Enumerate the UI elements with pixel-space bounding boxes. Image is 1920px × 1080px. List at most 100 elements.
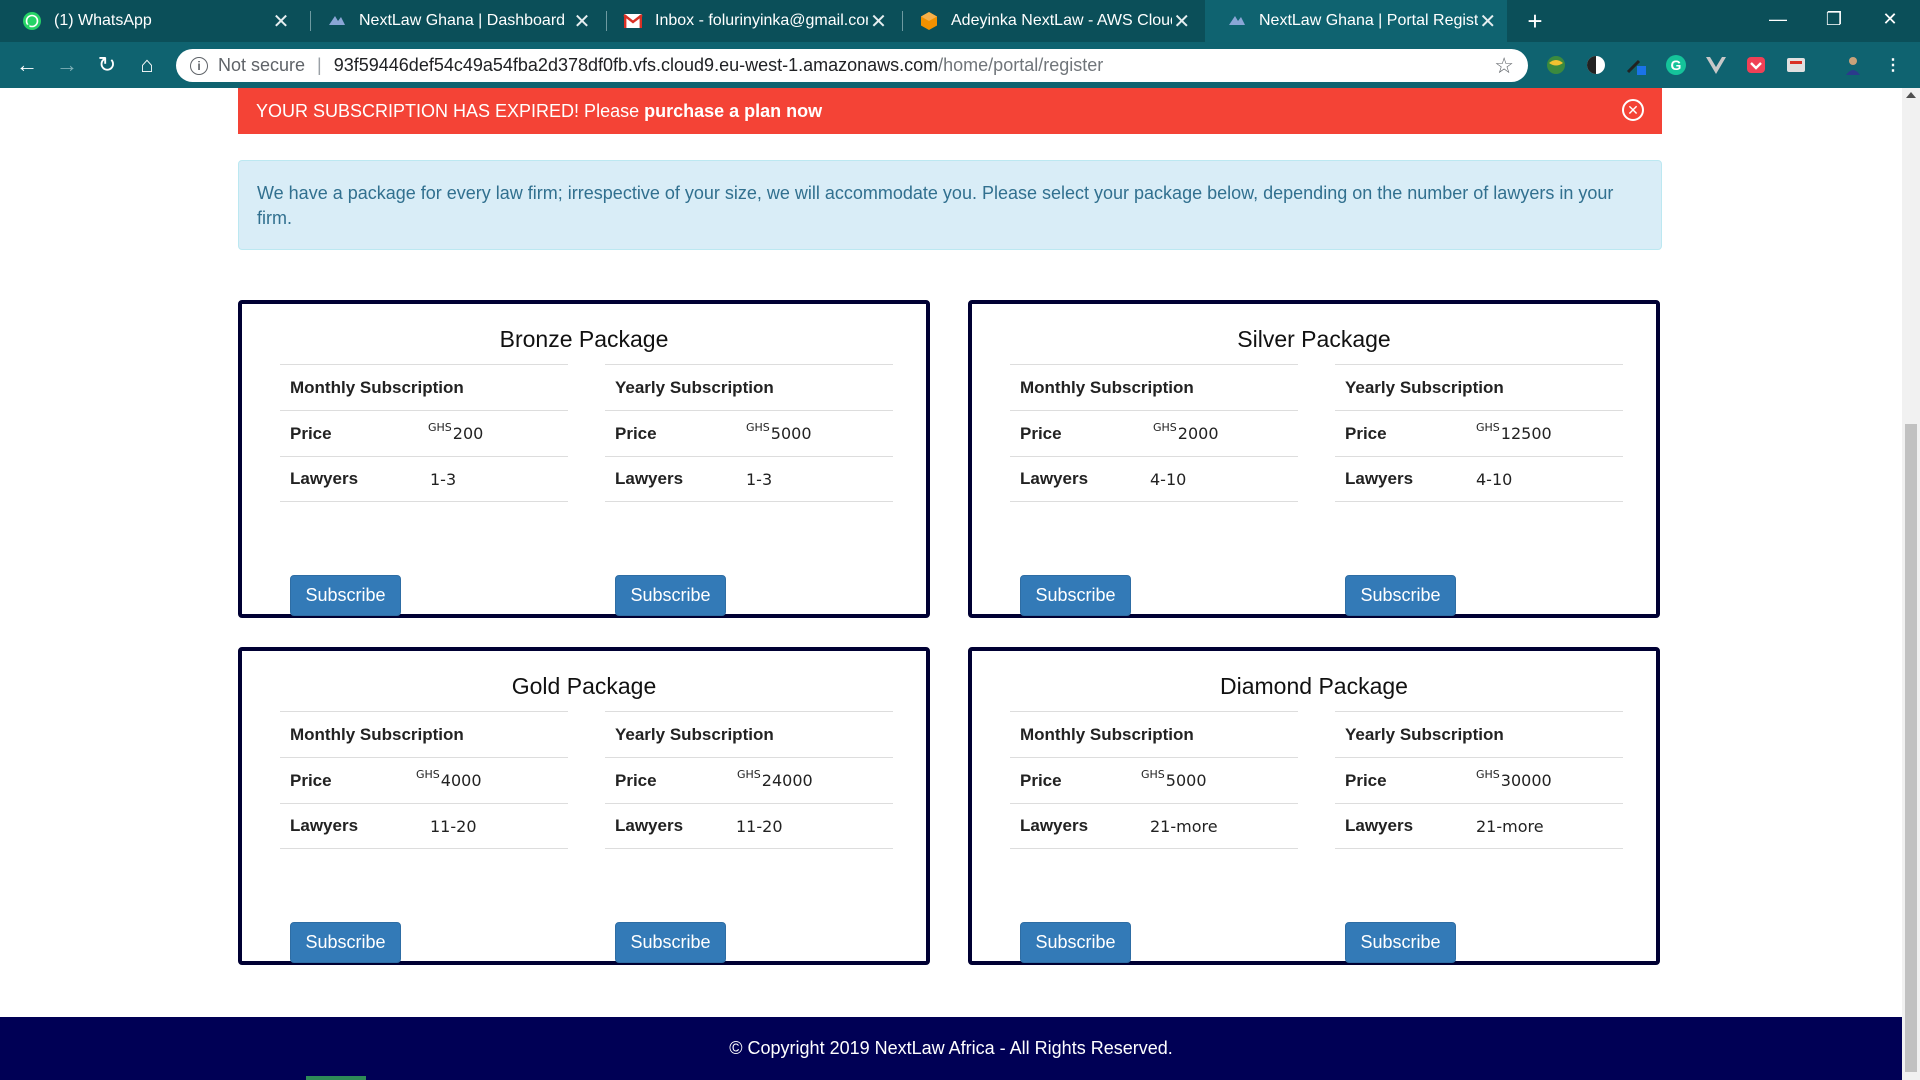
yearly-subscription-table: Yearly Subscription Price GHS12500 Lawyers 4… — [1335, 364, 1623, 616]
address-divider: | — [317, 55, 322, 75]
subscribe-yearly-button[interactable]: Subscribe — [1345, 922, 1456, 963]
price-label: Price — [290, 770, 332, 790]
page-viewport: YOUR SUBSCRIPTION HAS EXPIRED! Please pu… — [0, 88, 1920, 1080]
subscribe-yearly-button[interactable]: Subscribe — [615, 922, 726, 963]
subscription-header-row: Yearly Subscription — [605, 364, 893, 410]
lawyers-row: Lawyers 1-3 — [280, 456, 568, 502]
lawyers-label: Lawyers — [290, 816, 359, 835]
price-amount: 4000 — [440, 771, 482, 790]
lawyers-row: Lawyers 11-20 — [605, 803, 893, 849]
price-label: Price — [1345, 423, 1387, 443]
lawyers-range: 1-3 — [430, 469, 457, 489]
subscribe-monthly-button[interactable]: Subscribe — [1020, 575, 1131, 616]
price-row: Price GHS4000 — [280, 757, 568, 803]
extension-picker-icon[interactable] — [1623, 52, 1649, 78]
price-label: Price — [615, 423, 657, 443]
lawyers-label: Lawyers — [1020, 816, 1089, 835]
lawyers-label: Lawyers — [290, 469, 359, 488]
monthly-subscription-table: Monthly Subscription Price GHS200 Lawyers 1-… — [280, 364, 568, 616]
bookmark-star-icon[interactable]: ☆ — [1494, 53, 1514, 79]
price-label: Price — [1345, 770, 1387, 790]
currency-code: GHS — [1476, 421, 1500, 434]
lawyers-row: Lawyers 21-more — [1335, 803, 1623, 849]
package-info-alert: We have a package for every law firm; ir… — [238, 160, 1662, 250]
subscription-header-row: Yearly Subscription — [1335, 364, 1623, 410]
tab-close-icon[interactable]: ✕ — [571, 9, 593, 34]
tab-close-icon[interactable]: ✕ — [1172, 9, 1192, 34]
price-label: Price — [1020, 423, 1062, 443]
new-tab-plus-icon[interactable]: + — [1520, 6, 1550, 36]
yearly-subscription-table: Yearly Subscription Price GHS24000 Lawyers 1… — [605, 711, 893, 963]
address-bar[interactable]: i Not secure | 93f59446def54c49a54fba2d3… — [176, 49, 1528, 82]
lawyers-label: Lawyers — [1345, 469, 1414, 488]
monthly-label: Monthly Subscription — [1020, 377, 1194, 397]
subscription-expired-alert: YOUR SUBSCRIPTION HAS EXPIRED! Please pu… — [238, 88, 1662, 134]
tab-dashboard[interactable]: NextLaw Ghana | Dashboard ✕ — [305, 0, 603, 42]
tab-portal-registration[interactable]: NextLaw Ghana | Portal Registration ✕ — [1205, 0, 1507, 42]
menu-kebab-icon[interactable]: ⋮ — [1880, 52, 1906, 78]
lawyers-range: 4-10 — [1476, 469, 1513, 489]
price-value: GHS2000 — [1153, 421, 1219, 443]
scrollbar-thumb[interactable] — [1905, 424, 1917, 1072]
restore-icon[interactable]: ❐ — [1806, 0, 1862, 38]
minimize-icon[interactable]: — — [1750, 0, 1806, 38]
lawyers-range: 1-3 — [746, 469, 773, 489]
subscription-header-row: Monthly Subscription — [1010, 364, 1298, 410]
price-amount: 24000 — [761, 771, 813, 790]
yearly-subscription-table: Yearly Subscription Price GHS30000 Lawyers 2… — [1335, 711, 1623, 963]
tab-close-icon[interactable]: ✕ — [270, 9, 292, 34]
price-value: GHS4000 — [416, 768, 482, 790]
tab-close-icon[interactable]: ✕ — [1478, 9, 1497, 34]
subscribe-monthly-button[interactable]: Subscribe — [1020, 922, 1131, 963]
svg-text:G: G — [1671, 57, 1682, 73]
forward-arrow-icon[interactable]: → — [52, 50, 82, 80]
reload-icon[interactable]: ↻ — [92, 50, 122, 80]
extension-globe-icon[interactable] — [1543, 52, 1569, 78]
close-window-icon[interactable]: ✕ — [1862, 0, 1918, 38]
extension-pocket-icon[interactable] — [1743, 52, 1769, 78]
currency-code: GHS — [428, 421, 452, 434]
subscription-header-row: Yearly Subscription — [605, 711, 893, 757]
subscription-header-row: Yearly Subscription — [1335, 711, 1623, 757]
lawyers-row: Lawyers 21-more — [1010, 803, 1298, 849]
monthly-label: Monthly Subscription — [290, 377, 464, 397]
price-amount: 30000 — [1500, 771, 1552, 790]
subscription-header-row: Monthly Subscription — [280, 711, 568, 757]
extension-cast-icon[interactable] — [1783, 52, 1809, 78]
page-scrollbar[interactable] — [1902, 88, 1920, 1080]
nextlaw-icon — [1227, 11, 1247, 31]
price-label: Price — [290, 423, 332, 443]
price-amount: 200 — [452, 424, 484, 443]
monthly-subscription-table: Monthly Subscription Price GHS2000 Lawyers 4… — [1010, 364, 1298, 616]
subscribe-yearly-button[interactable]: Subscribe — [615, 575, 726, 616]
tab-inbox[interactable]: Inbox - folurinyinka@gmail.com ✕ — [601, 0, 899, 42]
currency-code: GHS — [1153, 421, 1177, 434]
tab-whatsapp[interactable]: (1) WhatsApp ✕ — [0, 0, 302, 42]
extension-grammarly-icon[interactable]: G — [1663, 52, 1689, 78]
subscribe-monthly-button[interactable]: Subscribe — [290, 922, 401, 963]
back-arrow-icon[interactable]: ← — [12, 50, 42, 80]
package-title: Bronze Package — [499, 326, 669, 352]
tab-title: Inbox - folurinyinka@gmail.com — [655, 12, 869, 29]
lawyers-range: 4-10 — [1150, 469, 1187, 489]
extension-dark-mode-icon[interactable] — [1583, 52, 1609, 78]
currency-code: GHS — [1141, 768, 1165, 781]
currency-code: GHS — [737, 768, 761, 781]
extension-vue-icon[interactable] — [1703, 52, 1729, 78]
subscribe-monthly-button[interactable]: Subscribe — [290, 575, 401, 616]
tab-close-icon[interactable]: ✕ — [868, 9, 889, 34]
whatsapp-icon — [22, 11, 42, 31]
subscribe-yearly-button[interactable]: Subscribe — [1345, 575, 1456, 616]
home-icon[interactable]: ⌂ — [132, 50, 162, 80]
tab-cloud9[interactable]: Adeyinka NextLaw - AWS Cloud9 ✕ — [897, 0, 1202, 42]
alert-close-icon[interactable]: ✕ — [1622, 99, 1644, 121]
profile-avatar-icon[interactable] — [1840, 52, 1866, 78]
lawyers-row: Lawyers 11-20 — [280, 803, 568, 849]
info-icon[interactable]: i — [190, 56, 208, 75]
purchase-plan-link[interactable]: purchase a plan now — [644, 101, 822, 122]
price-label: Price — [1020, 770, 1062, 790]
price-value: GHS5000 — [746, 421, 812, 443]
lawyers-label: Lawyers — [615, 469, 684, 488]
package-card-gold: Gold Package Monthly Subscription Price GHS… — [238, 647, 930, 965]
scroll-up-arrow-icon[interactable] — [1906, 92, 1916, 98]
